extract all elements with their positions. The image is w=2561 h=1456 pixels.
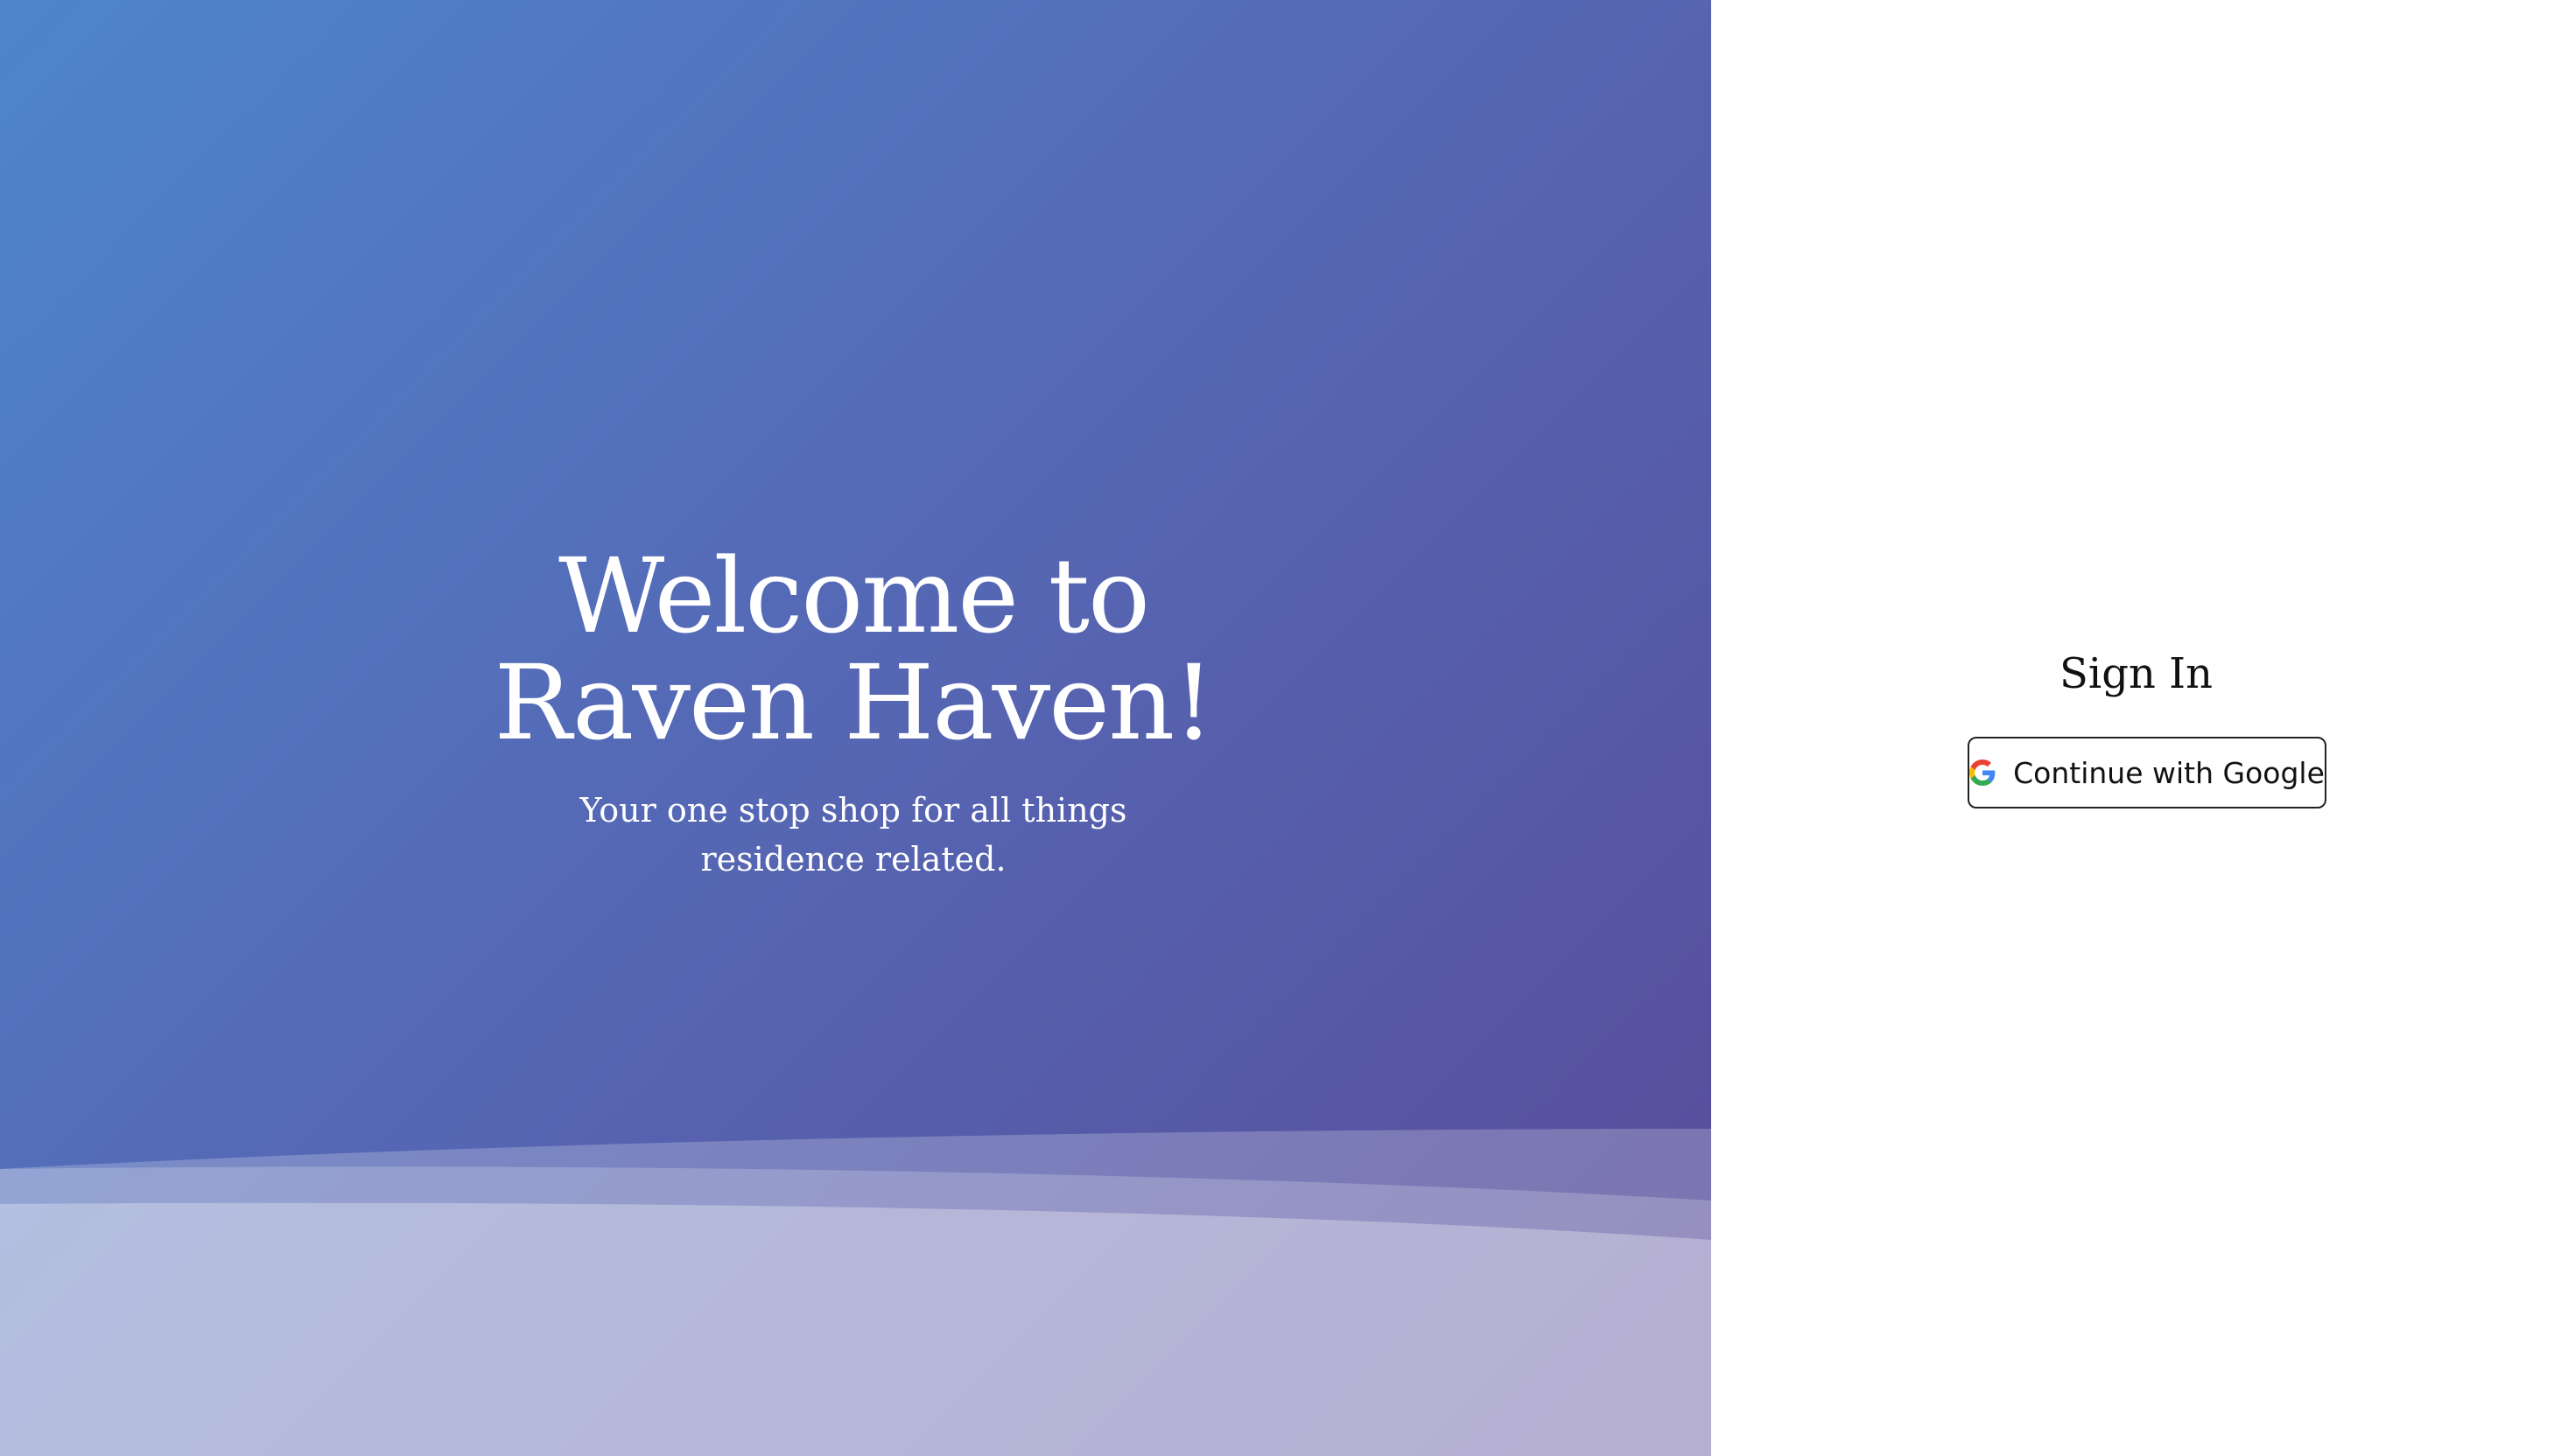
sign-in-heading: Sign In (2059, 649, 2213, 698)
welcome-hero: Welcome to Raven Haven! Your one stop sh… (0, 0, 1711, 1456)
hero-text-block: Welcome to Raven Haven! Your one stop sh… (0, 542, 1707, 884)
continue-with-google-button[interactable]: Continue with Google (1968, 737, 2326, 808)
sign-in-panel: Sign In Continue with Google (1711, 0, 2561, 1456)
sign-in-page: Welcome to Raven Haven! Your one stop sh… (0, 0, 2561, 1456)
page-title: Welcome to Raven Haven! (494, 536, 1214, 763)
google-g-icon (1969, 760, 1996, 786)
wave-front (0, 1202, 1711, 1456)
page-subtitle: Your one stop shop for all things reside… (579, 791, 1127, 878)
continue-with-google-label: Continue with Google (2013, 755, 2325, 790)
